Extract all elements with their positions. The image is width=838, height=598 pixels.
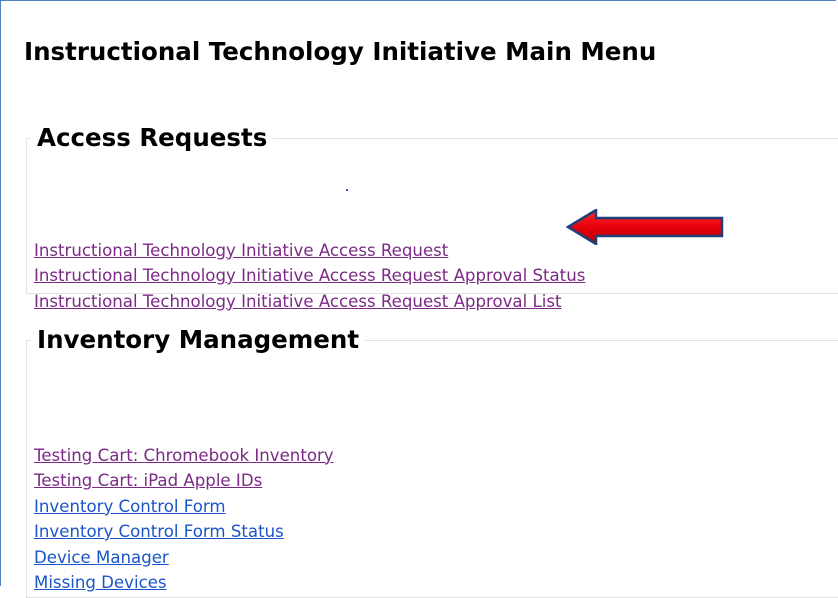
link-inventory-control-form-status[interactable]: Inventory Control Form Status: [34, 519, 334, 545]
link-access-request-approval-list[interactable]: Instructional Technology Initiative Acce…: [34, 289, 585, 315]
inventory-management-links: Testing Cart: Chromebook Inventory Testi…: [34, 443, 334, 596]
access-requests-heading: Access Requests: [37, 123, 268, 152]
link-ipad-apple-ids[interactable]: Testing Cart: iPad Apple IDs: [34, 468, 334, 494]
page-title: Instructional Technology Initiative Main…: [24, 37, 657, 66]
inventory-management-heading: Inventory Management: [37, 325, 360, 354]
left-arrow-icon: [566, 209, 724, 245]
link-inventory-control-form[interactable]: Inventory Control Form: [34, 494, 334, 520]
link-access-request-approval-status[interactable]: Instructional Technology Initiative Acce…: [34, 263, 585, 289]
stray-dot: [346, 188, 348, 191]
link-missing-devices[interactable]: Missing Devices: [34, 570, 334, 596]
link-access-request[interactable]: Instructional Technology Initiative Acce…: [34, 238, 585, 264]
link-device-manager[interactable]: Device Manager: [34, 545, 334, 571]
page-frame: Instructional Technology Initiative Main…: [0, 0, 838, 598]
access-requests-links: Instructional Technology Initiative Acce…: [34, 238, 585, 315]
inventory-management-section: Inventory Management Testing Cart: Chrom…: [26, 325, 838, 598]
link-chromebook-inventory[interactable]: Testing Cart: Chromebook Inventory: [34, 443, 334, 469]
